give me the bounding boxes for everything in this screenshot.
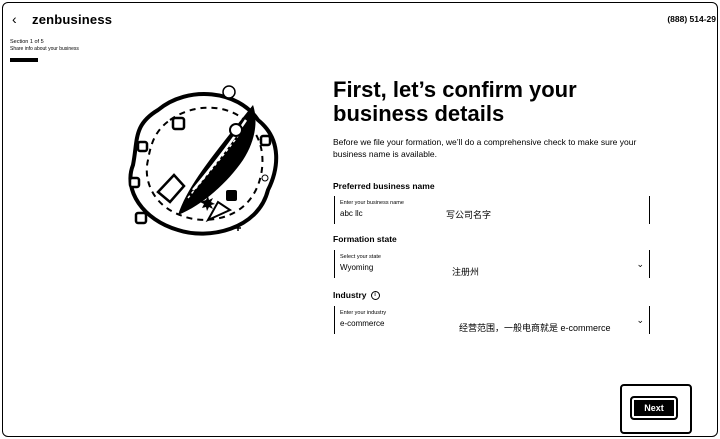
phone-number[interactable]: (888) 514-29 [667, 14, 716, 24]
brand-logo: zenbusiness [32, 12, 113, 27]
top-bar: ‹ zenbusiness (888) 514-29 [0, 0, 720, 36]
page-title-line-1: First, let’s confirm your [333, 77, 577, 102]
next-button[interactable]: Next [630, 396, 678, 420]
chevron-down-icon[interactable]: ⌄ [636, 315, 644, 326]
next-button-highlight: Next [620, 384, 692, 434]
business-name-input[interactable]: Enter your business name abc llc [334, 196, 650, 224]
industry-label: Industry i [333, 290, 380, 301]
page-title-line-2: business details [333, 101, 505, 126]
industry-value: e-commerce [340, 319, 385, 328]
formation-state-note: 注册州 [452, 267, 480, 277]
section-subtitle: Share info about your business [10, 46, 79, 52]
business-name-caption: Enter your business name [340, 200, 404, 206]
formation-state-caption: Select your state [340, 254, 381, 260]
industry-label-text: Industry [333, 290, 367, 300]
business-name-value: abc llc [340, 209, 363, 218]
rocket-illustration [128, 85, 279, 236]
formation-state-value: Wyoming [340, 263, 374, 272]
formation-state-select[interactable]: Select your state Wyoming ⌄ [334, 250, 650, 278]
page-title: First, let’s confirm your business detai… [333, 78, 613, 126]
business-name-note: 写公司名字 [446, 210, 492, 220]
progress-bar-fill [10, 58, 39, 62]
section-indicator: Section 1 of 5 [10, 39, 44, 45]
back-arrow-icon[interactable]: ‹ [12, 12, 26, 26]
info-icon[interactable]: i [370, 291, 380, 301]
business-name-label: Preferred business name [333, 181, 435, 191]
page-description: Before we file your formation, we’ll do … [333, 137, 637, 159]
progress-bar [10, 58, 152, 62]
formation-state-label: Formation state [333, 234, 397, 244]
chevron-down-icon[interactable]: ⌄ [636, 259, 644, 270]
industry-caption: Enter your industry [340, 310, 387, 316]
industry-note: 经营范围，一般电商就是 e-commerce [459, 323, 611, 333]
